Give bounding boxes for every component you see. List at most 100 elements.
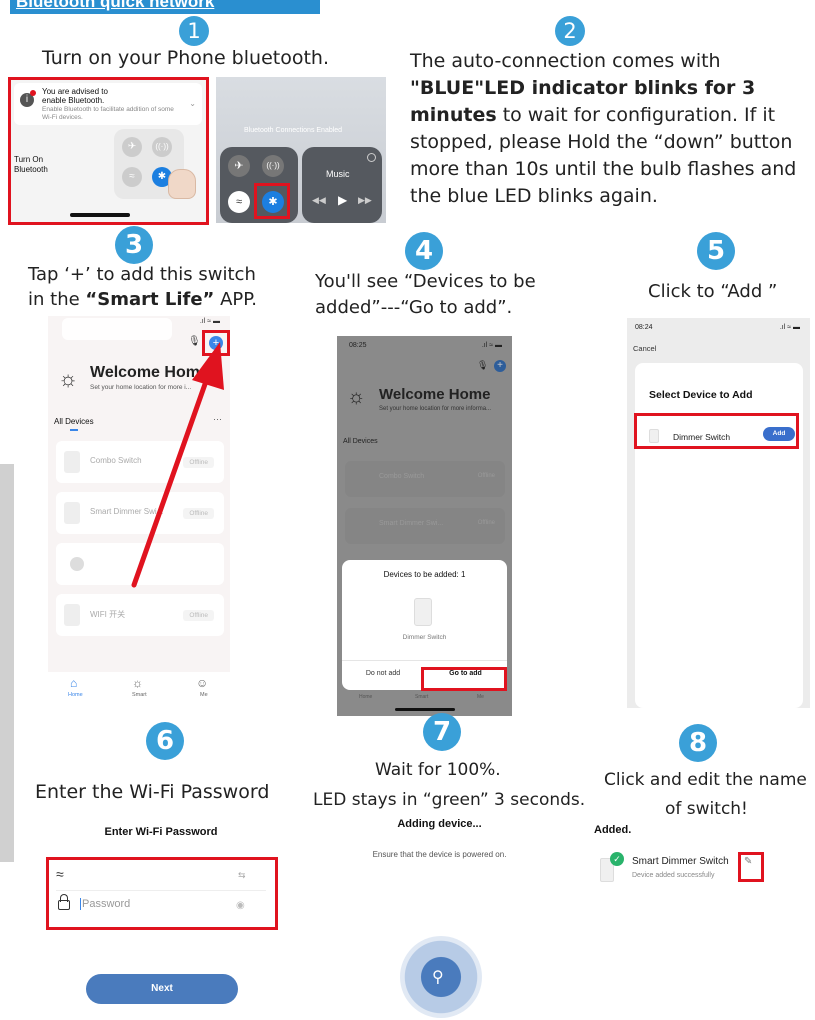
play-icon[interactable]: ▶ [338, 193, 347, 207]
step-8-caption-line2: of switch! [665, 799, 748, 819]
airplane-icon[interactable]: ✈ [228, 155, 250, 177]
dimmer-device-icon [414, 598, 432, 626]
wifi-icon[interactable]: ≈ [228, 191, 250, 213]
step-7-badge: 7 [423, 713, 461, 751]
step-3-line2-pre: in the [28, 289, 86, 310]
smart-nav-label[interactable]: Smart [132, 692, 147, 698]
step7-app-screen: Adding device... Ensure that the device … [326, 812, 553, 1020]
step1-bluetooth-highlight [254, 183, 290, 219]
go-to-add-highlight [421, 667, 507, 691]
do-not-add-button[interactable]: Do not add [342, 670, 424, 677]
all-devices-label[interactable]: All Devices [54, 417, 94, 426]
step-3-caption-line2: in the “Smart Life” APP. [28, 289, 257, 310]
wifi-form-highlight [46, 857, 278, 930]
bulb-icon [70, 557, 84, 571]
step-3-badge: 3 [115, 226, 153, 264]
device-thumb-icon [64, 451, 80, 473]
modal-device-name: Dimmer Switch [402, 634, 447, 641]
home-nav-label[interactable]: Home [68, 692, 83, 698]
device-name: WIFI 开关 [90, 610, 126, 619]
step-1-badge: 1 [179, 16, 209, 46]
next-button[interactable]: Next [86, 974, 238, 1004]
mic-icon[interactable]: 🎙 [477, 360, 488, 371]
edit-name-highlight [738, 852, 764, 882]
sheet-title: Select Device to Add [649, 389, 753, 401]
home-nav-label[interactable]: Home [359, 694, 372, 700]
device-thumb-icon [64, 604, 80, 626]
step-4-caption-line2: added”---“Go to add”. [315, 297, 513, 318]
me-nav-label[interactable]: Me [477, 694, 484, 700]
red-arrow [131, 342, 224, 588]
header-banner: Bluetooth quick network [10, 0, 320, 14]
adding-title: Adding device... [397, 818, 482, 830]
left-gray-edge [0, 464, 14, 862]
step-5-caption: Click to “Add ” [648, 281, 778, 302]
step-8-badge: 8 [679, 724, 717, 762]
added-device-sub: Device added successfully [632, 872, 715, 879]
home-nav-icon[interactable]: ⌂ [70, 676, 77, 690]
header-title: Bluetooth quick network [16, 0, 215, 11]
added-heading: Added. [594, 824, 632, 836]
step-4-caption-line1: You'll see “Devices to be [315, 271, 536, 292]
sun-icon: ☼ [347, 386, 366, 408]
modal-divider [342, 660, 507, 661]
step-8-caption-line1: Click and edit the name [604, 770, 807, 790]
cancel-link[interactable]: Cancel [633, 344, 656, 353]
step-1-caption: Turn on your Phone bluetooth. [42, 47, 329, 69]
step-4-badge: 4 [405, 232, 443, 270]
step-6-caption: Enter the Wi-Fi Password [35, 781, 270, 803]
step4-app-screen: 08:25 .ıl ≈ ▬ 🎙 + ☼ Welcome Home Set you… [337, 336, 512, 716]
device-thumb-icon [64, 502, 80, 524]
smart-nav-label[interactable]: Smart [415, 694, 428, 700]
device-card[interactable]: Smart Dimmer Swi... Offline [345, 508, 505, 544]
me-nav-label[interactable]: Me [200, 692, 208, 698]
step8-app-screen: Added. ✓ Smart Dimmer Switch Device adde… [588, 822, 815, 1020]
device-status: Offline [183, 610, 214, 621]
step3-white-blur [62, 318, 172, 340]
prev-track-icon[interactable]: ◀◀ [312, 195, 326, 206]
modal-title: Devices to be added: 1 [383, 570, 466, 579]
home-indicator [395, 708, 455, 711]
device-name: Combo Switch [379, 473, 425, 480]
search-icon: ⚲ [432, 969, 444, 986]
music-label: Music [326, 169, 350, 179]
added-device-name: Smart Dimmer Switch [632, 856, 729, 867]
device-card[interactable]: Combo Switch Offline [345, 461, 505, 497]
step-5-badge: 5 [697, 232, 735, 270]
step-7-caption-line1: Wait for 100%. [375, 760, 501, 780]
step-6-badge: 6 [146, 722, 184, 760]
step5-app-screen: 08:24 .ıl ≈ ▬ Cancel Select Device to Ad… [627, 318, 810, 708]
step1-highlight-box [8, 77, 209, 225]
home-location-text[interactable]: Set your home location for more informa.… [379, 406, 491, 412]
adding-sub: Ensure that the device is powered on. [372, 850, 507, 859]
all-devices-underline [70, 429, 78, 431]
music-block: Music ◀◀ ▶ ▶▶ [302, 147, 382, 223]
sun-icon: ☼ [58, 366, 79, 391]
cc-banner: Bluetooth Connections Enabled [244, 127, 343, 134]
wifi-password-title: Enter Wi-Fi Password [104, 826, 218, 838]
me-nav-icon[interactable]: ☺ [196, 676, 208, 690]
step-2-caption: The auto-connection comes with "BLUE"LED… [410, 48, 810, 210]
status-time: 08:25 [349, 342, 367, 349]
step-2-badge: 2 [555, 16, 585, 46]
step1-control-center-screen: Bluetooth Connections Enabled ✈ ((·)) ≈ … [216, 77, 386, 223]
cellular-icon[interactable]: ((·)) [262, 155, 284, 177]
device-status: Offline [477, 520, 495, 526]
status-time: 08:24 [635, 324, 653, 331]
status-icons: .ıl ≈ ▬ [779, 324, 800, 331]
device-card[interactable]: WIFI 开关 Offline [56, 594, 224, 636]
step5-device-highlight [634, 413, 799, 449]
step-7-caption-line2: LED stays in “green” 3 seconds. [313, 790, 586, 810]
step-3-caption-line1: Tap ‘+’ to add this switch [28, 264, 256, 285]
device-status: Offline [477, 473, 495, 479]
next-track-icon[interactable]: ▶▶ [358, 195, 372, 206]
all-devices-label[interactable]: All Devices [343, 438, 378, 445]
smart-nav-icon[interactable]: ☼ [132, 676, 143, 690]
status-icons: .ıl ≈ ▬ [199, 318, 220, 325]
step-2-text-pre: The auto-connection comes with [410, 50, 721, 72]
step-3-line2-post: APP. [214, 289, 258, 310]
status-icons: .ıl ≈ ▬ [481, 342, 502, 349]
airplay-icon[interactable] [367, 153, 376, 162]
add-device-plus-icon[interactable]: + [494, 360, 506, 372]
welcome-title: Welcome Home [379, 386, 491, 403]
